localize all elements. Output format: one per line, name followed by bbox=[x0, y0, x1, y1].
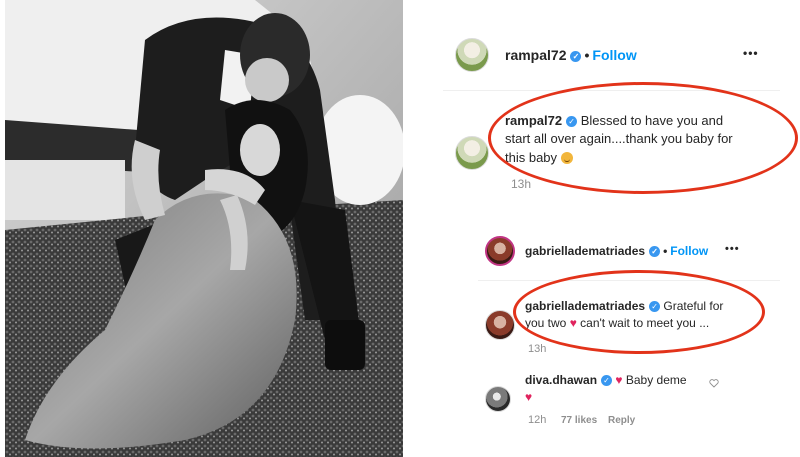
post-header-author: rampal72 ✓ • Follow bbox=[505, 47, 637, 63]
caption-text: rampal72 ✓ Blessed to have you and start … bbox=[505, 112, 740, 167]
screenshot-stage: rampal72 ✓ • Follow ••• rampal72 ✓ Blessed t… bbox=[0, 0, 800, 457]
heart-icon: ♥ bbox=[615, 373, 623, 387]
author-avatar[interactable] bbox=[455, 38, 489, 72]
caption-author[interactable]: rampal72 bbox=[505, 113, 562, 128]
reply-header-author: gabrielladematriades ✓ • Follow bbox=[525, 244, 708, 258]
more-options-icon[interactable]: ••• bbox=[725, 243, 740, 255]
post-photo bbox=[5, 0, 403, 457]
reply-username[interactable]: gabrielladematriades bbox=[525, 244, 645, 258]
reply-comment-timestamp: 13h bbox=[528, 343, 547, 355]
diva-reply-button[interactable]: Reply bbox=[608, 415, 635, 426]
heart-icon: ♥ bbox=[569, 316, 577, 331]
reply-comment-body-end: can't wait to meet you ... bbox=[580, 316, 710, 331]
separator-dot: • bbox=[584, 47, 590, 63]
post-panel: rampal72 ✓ • Follow ••• rampal72 ✓ Blessed t… bbox=[403, 0, 800, 457]
diva-author[interactable]: diva.dhawan bbox=[525, 373, 597, 387]
verified-badge-icon: ✓ bbox=[566, 116, 578, 127]
caption-timestamp: 13h bbox=[511, 177, 532, 191]
reply-comment-avatar[interactable] bbox=[485, 310, 515, 340]
author-username[interactable]: rampal72 bbox=[505, 47, 566, 63]
header-divider bbox=[443, 90, 780, 91]
verified-badge-icon: ✓ bbox=[649, 301, 661, 312]
reply-author-avatar[interactable] bbox=[485, 236, 515, 266]
verified-badge-icon: ✓ bbox=[649, 246, 661, 257]
diva-comment-body: Baby deme bbox=[625, 373, 687, 387]
like-heart-icon[interactable] bbox=[709, 378, 719, 388]
diva-avatar[interactable] bbox=[485, 386, 511, 412]
reply-comment-text: gabrielladematriades ✓ Grateful for you t… bbox=[525, 298, 725, 332]
heart-icon: ♥ bbox=[525, 390, 533, 405]
separator-dot: • bbox=[663, 244, 668, 258]
reply-divider bbox=[478, 280, 780, 281]
diva-comment-text: diva.dhawan ✓ ♥ Baby deme ♥ bbox=[525, 372, 725, 406]
verified-badge-icon: ✓ bbox=[570, 51, 582, 62]
diva-comment-timestamp: 12h bbox=[528, 414, 547, 426]
reply-follow-button[interactable]: Follow bbox=[670, 244, 708, 258]
reply-comment-author[interactable]: gabrielladematriades bbox=[525, 299, 645, 313]
smiling-face-icon bbox=[560, 151, 573, 164]
more-options-icon[interactable]: ••• bbox=[743, 46, 759, 60]
caption-avatar[interactable] bbox=[455, 136, 489, 170]
follow-button[interactable]: Follow bbox=[592, 47, 636, 63]
verified-badge-icon: ✓ bbox=[601, 375, 613, 386]
photo-illustration bbox=[5, 0, 403, 457]
diva-comment-likes[interactable]: 77 likes bbox=[561, 415, 597, 426]
